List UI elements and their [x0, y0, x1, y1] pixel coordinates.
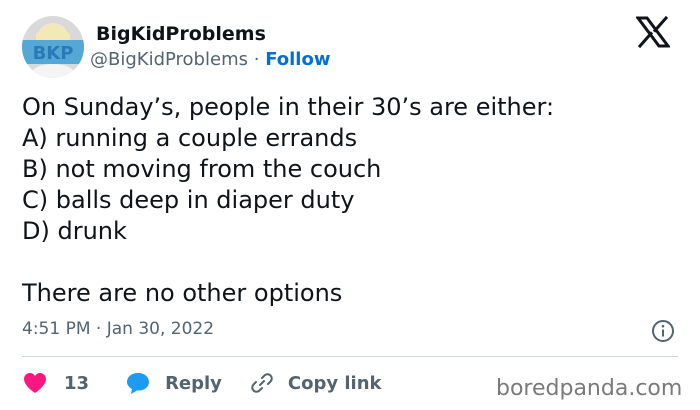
like-count: 13 — [64, 372, 90, 394]
reply-bubble-icon — [127, 373, 150, 394]
avatar-monogram: BKP — [33, 43, 74, 64]
link-icon — [251, 373, 273, 393]
action-bar: 13 Reply Copy link — [22, 368, 382, 398]
follow-link[interactable]: Follow — [265, 49, 330, 70]
reply-button[interactable]: Reply — [125, 371, 222, 395]
separator-dot: · — [253, 49, 260, 70]
x-logo-icon[interactable] — [636, 16, 670, 48]
like-button[interactable]: 13 — [22, 371, 89, 395]
tweet-text: On Sunday’s, people in their 30’s are ei… — [22, 92, 682, 309]
tweet-line: B) not moving from the couch — [22, 155, 382, 183]
tweet-line: C) balls deep in diaper duty — [22, 186, 355, 214]
divider — [22, 356, 678, 357]
tweet-line: On Sunday’s, people in their 30’s are ei… — [22, 93, 555, 121]
heart-icon — [24, 373, 46, 393]
avatar[interactable]: BKP — [22, 16, 84, 78]
watermark: boredpanda.com — [496, 376, 683, 401]
reply-label: Reply — [165, 372, 222, 394]
copy-link-button[interactable]: Copy link — [250, 371, 382, 395]
tweet-line: D) drunk — [22, 217, 127, 245]
info-icon[interactable] — [651, 319, 675, 343]
copy-link-label: Copy link — [287, 372, 382, 394]
tweet-line: There are no other options — [22, 279, 343, 307]
timestamp[interactable]: 4:51 PM · Jan 30, 2022 — [22, 318, 214, 340]
avatar-image: BKP — [22, 16, 84, 78]
display-name[interactable]: BigKidProblems — [96, 22, 266, 46]
user-handle[interactable]: @BigKidProblems — [90, 49, 248, 70]
tweet-line: A) running a couple errands — [22, 124, 358, 152]
handle-row: @BigKidProblems · Follow — [90, 48, 330, 72]
